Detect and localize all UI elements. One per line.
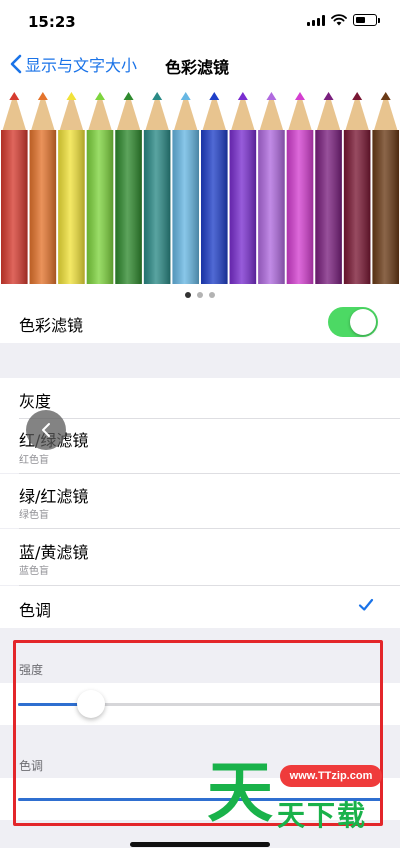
back-button-label: 显示与文字大小: [25, 56, 138, 75]
status-time: 15:23: [28, 13, 76, 31]
status-icons: [307, 14, 380, 26]
signal-icon: [307, 14, 325, 26]
pencil: [343, 92, 371, 284]
pencil: [258, 92, 285, 284]
battery-icon: [353, 14, 377, 26]
filter-label: 色调: [19, 601, 52, 620]
page-indicator[interactable]: [0, 284, 400, 306]
watermark: 天 www.TTzip.com 天下载: [207, 754, 392, 832]
filter-option-blue-yellow[interactable]: 蓝/黄滤镜 蓝色盲: [0, 529, 400, 585]
filter-sublabel: 红色盲: [19, 455, 49, 466]
page-title: 色彩滤镜: [165, 58, 230, 77]
pencil: [286, 92, 314, 284]
filter-option-grayscale[interactable]: 灰度: [0, 378, 400, 419]
filter-option-green-red[interactable]: 绿/红滤镜 绿色盲: [0, 474, 400, 528]
back-button[interactable]: 显示与文字大小: [10, 52, 137, 76]
filter-preview-image[interactable]: [0, 84, 400, 284]
chevron-left-icon: [10, 54, 22, 74]
pencil: [372, 92, 399, 284]
filter-label: 灰度: [19, 392, 52, 411]
page-dot-1: [185, 292, 191, 298]
watermark-url: www.TTzip.com: [280, 765, 382, 787]
watermark-big-char: 天: [207, 754, 273, 831]
page-dot-3: [209, 292, 215, 298]
pencils-illustration: [1, 92, 399, 284]
filter-label: 绿/红滤镜: [19, 487, 89, 506]
filter-sublabel: 绿色盲: [19, 510, 49, 521]
filter-option-color-tint[interactable]: 色调: [0, 586, 400, 628]
color-filters-toggle[interactable]: [328, 307, 378, 337]
home-indicator: [130, 842, 270, 847]
chevron-left-icon: [42, 423, 50, 437]
pencil: [201, 92, 228, 284]
pencil: [172, 92, 199, 284]
filter-sublabel: 蓝色盲: [19, 566, 49, 577]
pencil: [143, 92, 171, 284]
page-dot-2: [197, 292, 203, 298]
pencil: [1, 92, 28, 284]
filter-label: 蓝/黄滤镜: [19, 543, 89, 562]
pencil: [58, 92, 85, 284]
toggle-knob: [350, 309, 376, 335]
floating-back-button[interactable]: [26, 410, 66, 450]
pencil: [115, 92, 142, 284]
pencil: [29, 92, 57, 284]
color-filters-label: 色彩滤镜: [19, 316, 84, 335]
pencil: [86, 92, 114, 284]
battery-cap: [378, 17, 380, 23]
navigation-bar: 显示与文字大小 色彩滤镜: [0, 44, 400, 84]
watermark-text: 天下载: [277, 799, 368, 832]
checkmark-icon: [358, 598, 374, 611]
pencil: [315, 92, 342, 284]
wifi-icon: [331, 14, 347, 26]
status-bar: 15:23: [0, 0, 400, 44]
pencil: [229, 92, 257, 284]
